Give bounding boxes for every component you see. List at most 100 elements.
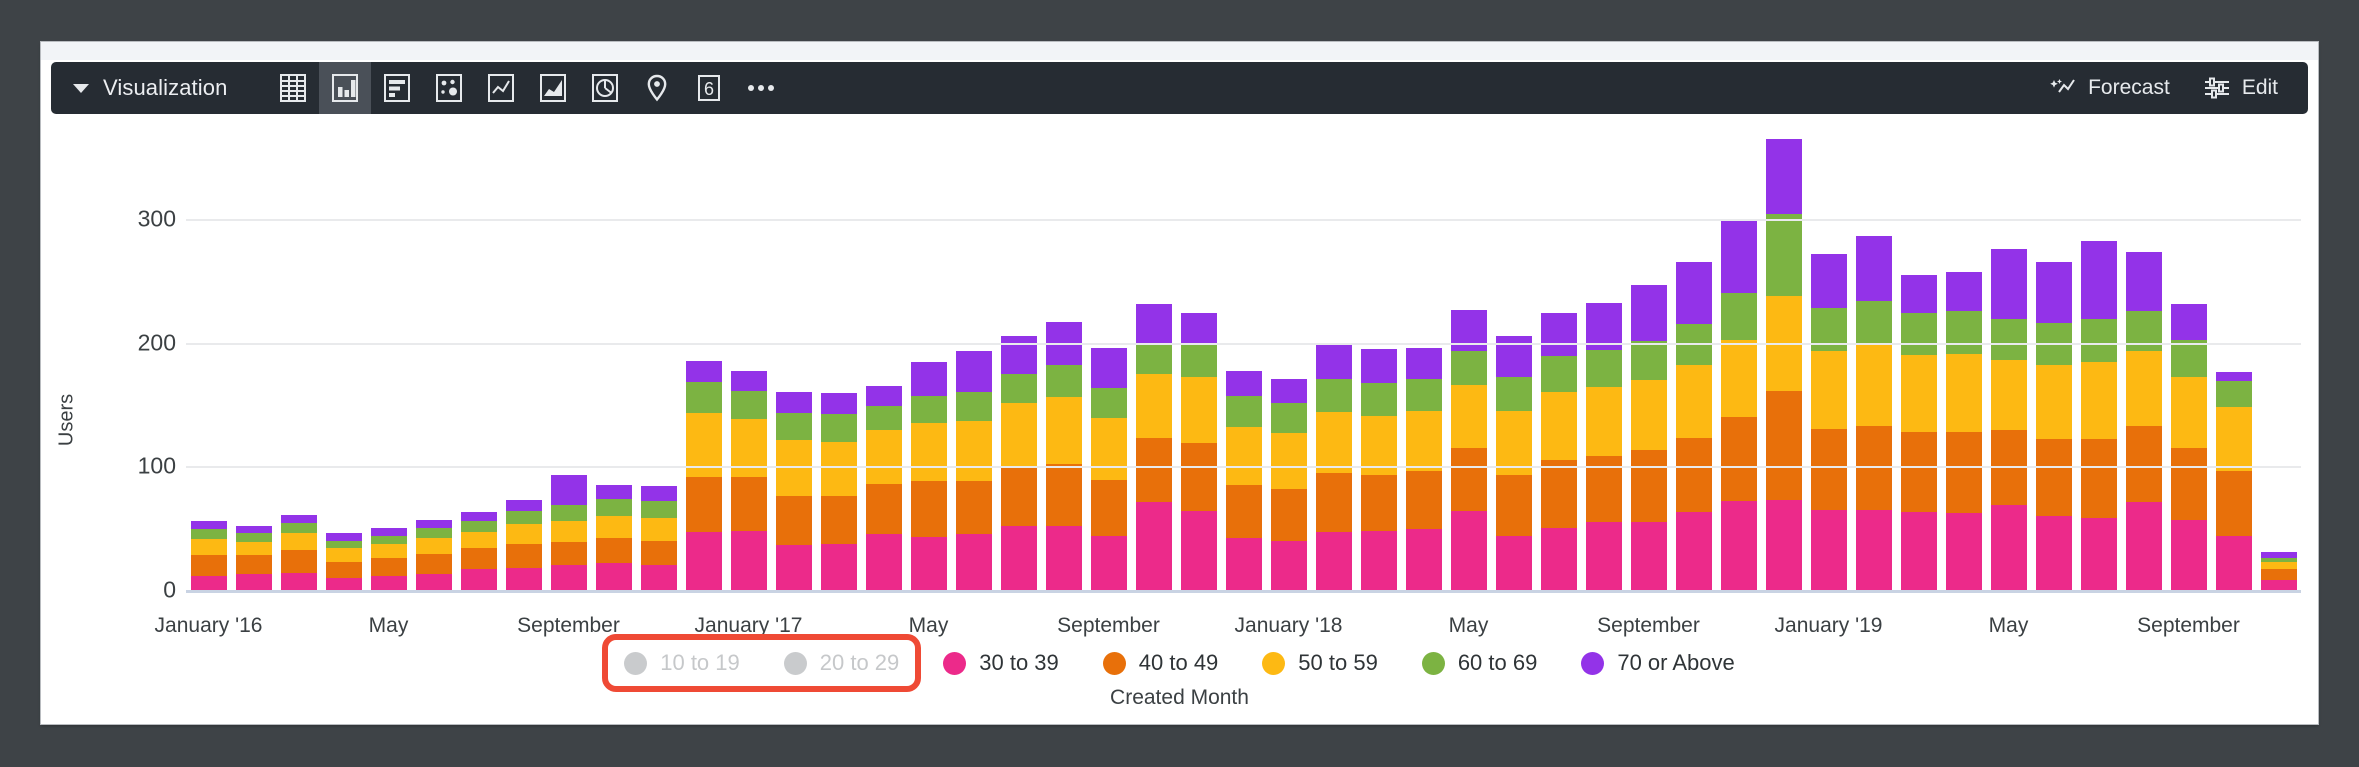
bar-segment[interactable] — [1855, 509, 1892, 590]
bar-segment[interactable] — [865, 534, 902, 590]
stacked-bar[interactable] — [1315, 120, 1352, 590]
bar-segment[interactable] — [1630, 521, 1667, 590]
stacked-bar[interactable] — [1585, 120, 1622, 590]
bar-segment[interactable] — [1495, 475, 1532, 536]
bar-segment[interactable] — [1720, 293, 1757, 341]
bar-segment[interactable] — [415, 538, 452, 555]
bar-segment[interactable] — [1180, 442, 1217, 511]
bar-segment[interactable] — [1135, 437, 1172, 503]
stacked-bar[interactable] — [1225, 120, 1262, 590]
bar-segment[interactable] — [1810, 509, 1847, 590]
bar-segment[interactable] — [1225, 395, 1262, 427]
stacked-bar[interactable] — [1360, 120, 1397, 590]
stacked-bar[interactable] — [370, 120, 407, 590]
bar-segment[interactable] — [1090, 535, 1127, 590]
bar-segment[interactable] — [775, 496, 812, 546]
bar-segment[interactable] — [460, 547, 497, 569]
bar-segment[interactable] — [1675, 364, 1712, 438]
bar-segment[interactable] — [640, 565, 677, 590]
bar-segment[interactable] — [1540, 528, 1577, 590]
bar-segment[interactable] — [280, 514, 317, 524]
bar-segment[interactable] — [1900, 512, 1937, 590]
bar-segment[interactable] — [1000, 403, 1037, 468]
bar-segment[interactable] — [505, 567, 542, 590]
bar-segment[interactable] — [955, 351, 992, 393]
bar-segment[interactable] — [550, 520, 587, 542]
bar-segment[interactable] — [1045, 525, 1082, 590]
bar-segment[interactable] — [2170, 304, 2207, 341]
bar-segment[interactable] — [595, 538, 632, 563]
stacked-bar[interactable] — [2035, 120, 2072, 590]
bar-segment[interactable] — [505, 524, 542, 545]
bar-segment[interactable] — [370, 535, 407, 545]
bar-segment[interactable] — [820, 414, 857, 442]
stacked-bar[interactable] — [865, 120, 902, 590]
bar-segment[interactable] — [235, 533, 272, 542]
bar-segment[interactable] — [460, 512, 497, 521]
bar-segment[interactable] — [1765, 214, 1802, 296]
bar-segment[interactable] — [2035, 515, 2072, 590]
stacked-bar[interactable] — [1270, 120, 1307, 590]
bar-segment[interactable] — [865, 385, 902, 406]
bar-segment[interactable] — [1270, 432, 1307, 489]
bar-segment[interactable] — [1720, 416, 1757, 501]
bar-segment[interactable] — [1450, 510, 1487, 590]
horizontal-bar-chart-icon-button[interactable] — [371, 62, 423, 114]
bar-segment[interactable] — [550, 541, 587, 566]
bar-segment[interactable] — [955, 392, 992, 421]
bar-segment[interactable] — [1810, 351, 1847, 430]
legend-item[interactable]: 10 to 19 — [624, 650, 740, 676]
bar-segment[interactable] — [685, 382, 722, 414]
stacked-bar[interactable] — [2080, 120, 2117, 590]
stacked-bar[interactable] — [1090, 120, 1127, 590]
bar-segment[interactable] — [1765, 499, 1802, 590]
bar-segment[interactable] — [235, 525, 272, 534]
bar-segment[interactable] — [820, 544, 857, 590]
bar-segment[interactable] — [2125, 252, 2162, 311]
bar-segment[interactable] — [1900, 312, 1937, 356]
bar-segment[interactable] — [1360, 348, 1397, 384]
bar-segment[interactable] — [2080, 241, 2117, 320]
line-chart-icon-button[interactable] — [475, 62, 527, 114]
stacked-bar[interactable] — [1945, 120, 1982, 590]
bar-segment[interactable] — [775, 392, 812, 414]
bar-segment[interactable] — [235, 573, 272, 590]
bar-segment[interactable] — [2080, 319, 2117, 363]
stacked-bar[interactable] — [1630, 120, 1667, 590]
bar-segment[interactable] — [730, 419, 767, 478]
bar-segment[interactable] — [1090, 388, 1127, 419]
bar-segment[interactable] — [640, 486, 677, 501]
stacked-bar[interactable] — [955, 120, 992, 590]
bar-segment[interactable] — [910, 362, 947, 396]
bar-segment[interactable] — [415, 573, 452, 590]
map-pin-icon-button[interactable] — [631, 62, 683, 114]
bar-segment[interactable] — [2080, 518, 2117, 590]
stacked-bar[interactable] — [1855, 120, 1892, 590]
bar-segment[interactable] — [1720, 340, 1757, 417]
legend-item[interactable]: 60 to 69 — [1421, 650, 1537, 676]
forecast-button[interactable]: Forecast — [2050, 76, 2170, 100]
bar-segment[interactable] — [595, 484, 632, 499]
bar-segment[interactable] — [2215, 381, 2252, 407]
bar-segment[interactable] — [460, 568, 497, 590]
bar-segment[interactable] — [1630, 379, 1667, 451]
bar-segment[interactable] — [1945, 513, 1982, 590]
bar-segment[interactable] — [685, 531, 722, 590]
bar-segment[interactable] — [1675, 437, 1712, 513]
bar-segment[interactable] — [190, 539, 227, 556]
stacked-bar[interactable] — [2125, 120, 2162, 590]
bar-segment[interactable] — [1900, 355, 1937, 432]
bar-segment[interactable] — [1405, 471, 1442, 530]
legend-item[interactable]: 40 to 49 — [1102, 650, 1218, 676]
bar-segment[interactable] — [1990, 359, 2027, 431]
bar-segment[interactable] — [820, 496, 857, 545]
bar-segment[interactable] — [1540, 356, 1577, 393]
bar-segment[interactable] — [775, 413, 812, 441]
bar-segment[interactable] — [2035, 262, 2072, 323]
bar-segment[interactable] — [1000, 467, 1037, 526]
bar-segment[interactable] — [370, 544, 407, 558]
bar-segment[interactable] — [955, 481, 992, 535]
bar-segment[interactable] — [955, 534, 992, 590]
stacked-bar[interactable] — [2215, 120, 2252, 590]
bar-segment[interactable] — [1945, 310, 1982, 354]
